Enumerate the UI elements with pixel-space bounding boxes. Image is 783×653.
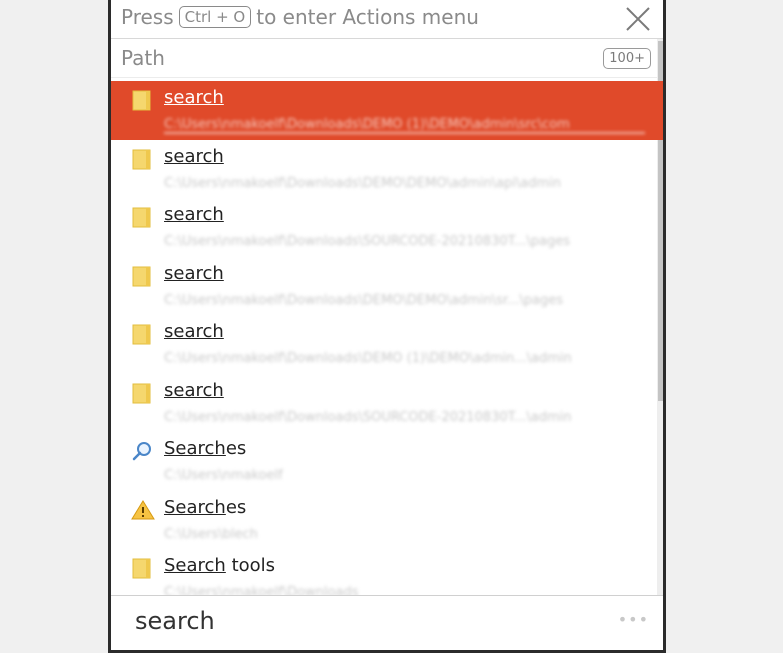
filter-bar[interactable]: Path 100+: [111, 39, 663, 78]
magnifier-icon: [131, 440, 153, 462]
result-path: C:\Users\nmakoelf\Downloads\SOURCODE-202…: [164, 409, 572, 425]
result-name: search: [164, 87, 224, 108]
actions-hint-bar: Press Ctrl + O to enter Actions menu: [111, 0, 663, 39]
result-item[interactable]: search C:\Users\nmakoelf\Downloads\SOURCO…: [111, 374, 663, 433]
result-name-match: search: [164, 87, 224, 108]
result-path: C:\Users\blech: [164, 526, 258, 542]
actions-hint: Press Ctrl + O to enter Actions menu: [121, 5, 479, 29]
folder-icon: [131, 382, 153, 404]
result-name: search: [164, 263, 224, 284]
result-path: C:\Users\nmakoelf\Downloads\DEMO (1)\DEM…: [164, 117, 645, 134]
result-item[interactable]: search C:\Users\nmakoelf\Downloads\DEMO\D…: [111, 140, 663, 199]
search-input[interactable]: [111, 596, 571, 646]
folder-icon: [131, 89, 153, 111]
result-name-match: Search: [164, 438, 226, 459]
result-item[interactable]: Search tools C:\Users\nmakoelf\Downloads: [111, 549, 663, 596]
folder-icon: [131, 148, 153, 170]
result-name-match: search: [164, 204, 224, 225]
result-name: search: [164, 204, 224, 225]
result-name-match: search: [164, 379, 224, 401]
folder-icon: [131, 206, 153, 228]
result-name: Search tools: [164, 555, 275, 576]
result-path: C:\Users\nmakoelf\Downloads\DEMO\DEMO\ad…: [164, 175, 562, 191]
result-path: C:\Users\nmakoelf\Downloads\DEMO\DEMO\ad…: [164, 292, 564, 308]
result-name-match: search: [164, 262, 224, 284]
result-path: C:\Users\nmakoelf: [164, 468, 283, 483]
close-icon: [626, 7, 650, 31]
close-button[interactable]: [623, 4, 653, 34]
launcher-window: Press Ctrl + O to enter Actions menu Pat…: [108, 0, 666, 653]
result-name: Searches: [164, 438, 246, 459]
search-footer: •••: [111, 595, 663, 650]
warning-icon: [131, 499, 155, 521]
folder-icon: [131, 265, 153, 287]
result-name-match: search: [164, 321, 224, 342]
result-item[interactable]: search C:\Users\nmakoelf\Downloads\SOURCO…: [111, 198, 663, 257]
result-item[interactable]: search C:\Users\nmakoelf\Downloads\DEMO\D…: [111, 257, 663, 316]
result-item[interactable]: search C:\Users\nmakoelf\Downloads\DEMO (…: [111, 81, 663, 140]
result-count-badge: 100+: [603, 48, 651, 69]
results-list: search C:\Users\nmakoelf\Downloads\DEMO (…: [111, 81, 663, 596]
result-name: search: [164, 146, 224, 167]
result-name: search: [164, 380, 224, 401]
result-path: C:\Users\nmakoelf\Downloads\DEMO (1)\DEM…: [164, 351, 572, 366]
hint-prefix: Press: [121, 5, 174, 29]
result-path: C:\Users\nmakoelf\Downloads\SOURCODE-202…: [164, 234, 571, 249]
shortcut-key: Ctrl + O: [178, 6, 252, 28]
folder-icon: [131, 323, 153, 345]
result-name-rest: tools: [225, 555, 276, 576]
result-name-match: Search: [164, 555, 226, 576]
folder-icon: [131, 557, 153, 579]
filter-label: Path: [121, 46, 165, 70]
result-name-rest: es: [225, 438, 247, 459]
result-name: search: [164, 321, 224, 342]
result-name-rest: es: [225, 496, 247, 518]
result-item[interactable]: search C:\Users\nmakoelf\Downloads\DEMO (…: [111, 315, 663, 374]
result-name: Searches: [164, 497, 246, 518]
more-options-button[interactable]: •••: [618, 610, 649, 629]
result-item[interactable]: Searches C:\Users\nmakoelf: [111, 432, 663, 491]
result-name-match: Search: [164, 496, 226, 518]
result-name-match: search: [164, 145, 224, 167]
hint-suffix: to enter Actions menu: [256, 5, 479, 29]
result-item[interactable]: Searches C:\Users\blech: [111, 491, 663, 550]
